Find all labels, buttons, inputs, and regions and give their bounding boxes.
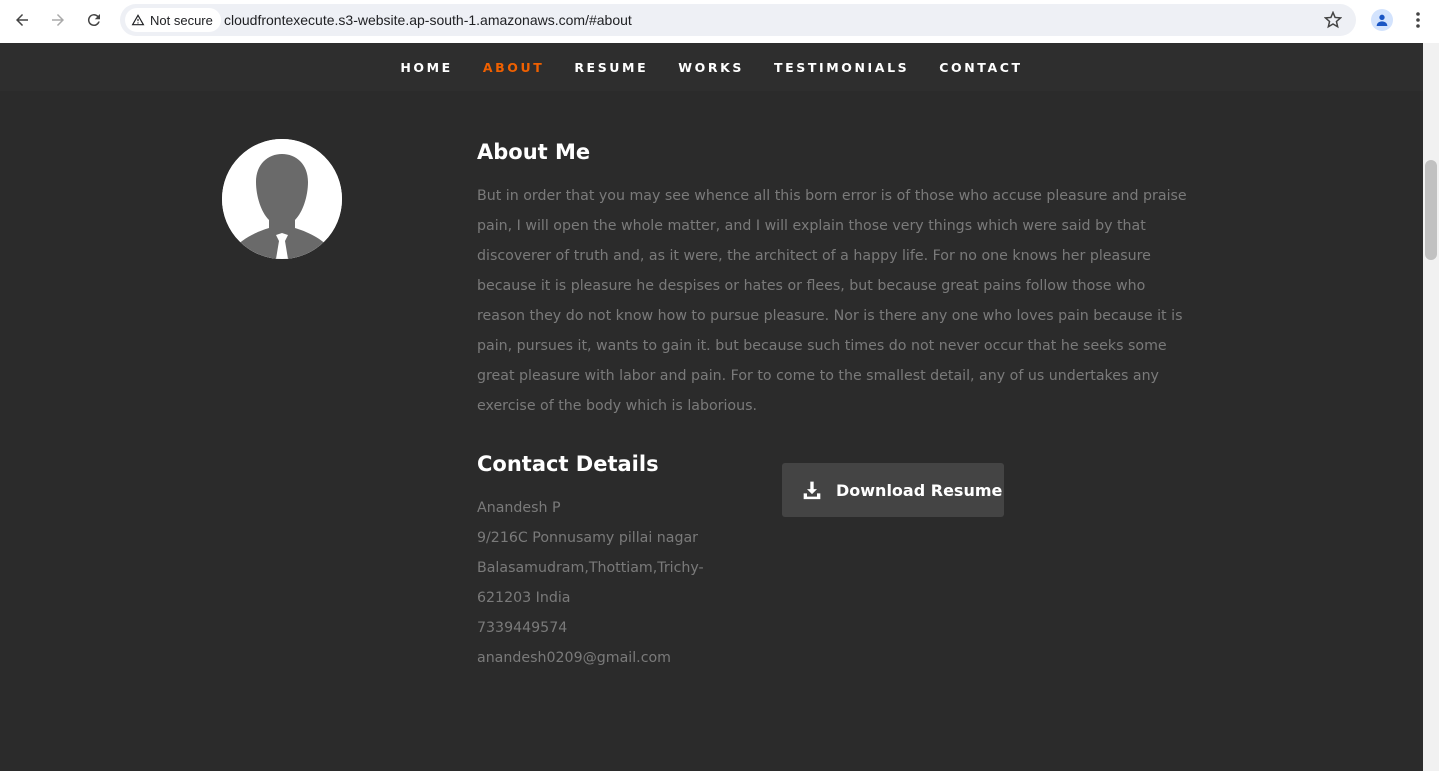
page-scrollbar[interactable] xyxy=(1423,43,1439,771)
scrollbar-thumb[interactable] xyxy=(1425,160,1437,260)
profile-avatar-button[interactable] xyxy=(1371,9,1393,31)
about-line: But in order that you may see whence all… xyxy=(477,188,1187,204)
forward-arrow-icon xyxy=(52,14,64,26)
about-line: because it is pleasure he despises or ha… xyxy=(477,278,1146,294)
nav-list: HOME ABOUT RESUME WORKS TESTIMONIALS CONTACT xyxy=(0,43,1423,91)
about-section: About Me But in order that you may see w… xyxy=(0,91,1423,771)
nav-item-testimonials[interactable]: TESTIMONIALS xyxy=(759,60,924,75)
nav-item-home[interactable]: HOME xyxy=(385,60,467,75)
address-bar[interactable]: Not secure cloudfrontexecute.s3-website.… xyxy=(120,4,1356,36)
about-line: pain, I will open the whole matter, and … xyxy=(477,218,1146,234)
contact-email: anandesh0209@gmail.com xyxy=(477,650,671,666)
security-indicator[interactable]: Not secure xyxy=(125,8,221,32)
contact-address-line-2: Balasamudram,Thottiam,Trichy- xyxy=(477,560,704,576)
about-line: pain, pursues it, wants to gain it. but … xyxy=(477,338,1167,354)
nav-item-about[interactable]: ABOUT xyxy=(468,60,560,75)
nav-item-works[interactable]: WORKS xyxy=(663,60,759,75)
contact-address-line-1: 9/216C Ponnusamy pillai nagar xyxy=(477,530,699,546)
nav-item-contact[interactable]: CONTACT xyxy=(924,60,1037,75)
forward-button[interactable] xyxy=(46,8,70,32)
bookmark-star-icon[interactable] xyxy=(1324,11,1342,29)
nav-item-resume[interactable]: RESUME xyxy=(559,60,663,75)
about-line: great pleasure with labor and pain. For … xyxy=(477,368,1159,384)
back-arrow-icon xyxy=(16,14,28,26)
download-resume-button[interactable]: Download Resume xyxy=(782,463,1004,517)
security-label: Not secure xyxy=(150,12,213,28)
about-paragraph: But in order that you may see whence all… xyxy=(477,181,1187,421)
reload-button[interactable] xyxy=(82,8,106,32)
contact-details: Anandesh P 9/216C Ponnusamy pillai nagar… xyxy=(477,493,704,673)
about-line: reason they do not know how to pursue pl… xyxy=(477,308,1183,324)
more-vert-icon xyxy=(1416,12,1420,28)
person-icon xyxy=(1376,14,1388,26)
warning-triangle-icon xyxy=(131,14,145,26)
profile-picture xyxy=(222,139,342,259)
contact-address-line-3: 621203 India xyxy=(477,590,571,606)
browser-menu-button[interactable] xyxy=(1410,10,1426,30)
url-text[interactable]: cloudfrontexecute.s3-website.ap-south-1.… xyxy=(224,12,632,28)
contact-title: Contact Details xyxy=(477,452,659,476)
browser-toolbar: Not secure cloudfrontexecute.s3-website.… xyxy=(0,0,1439,43)
site-navigation: HOME ABOUT RESUME WORKS TESTIMONIALS CONTACT xyxy=(0,43,1423,91)
download-resume-label: Download Resume xyxy=(836,480,1003,500)
person-silhouette-icon xyxy=(222,139,342,259)
reload-icon xyxy=(87,14,100,27)
about-line: exercise of the body which is laborious. xyxy=(477,398,757,414)
contact-name: Anandesh P xyxy=(477,500,561,516)
contact-phone: 7339449574 xyxy=(477,620,568,636)
about-line: discoverer of truth and, as it were, the… xyxy=(477,248,1151,264)
download-icon xyxy=(803,481,821,500)
about-title: About Me xyxy=(477,140,591,164)
back-button[interactable] xyxy=(10,8,34,32)
